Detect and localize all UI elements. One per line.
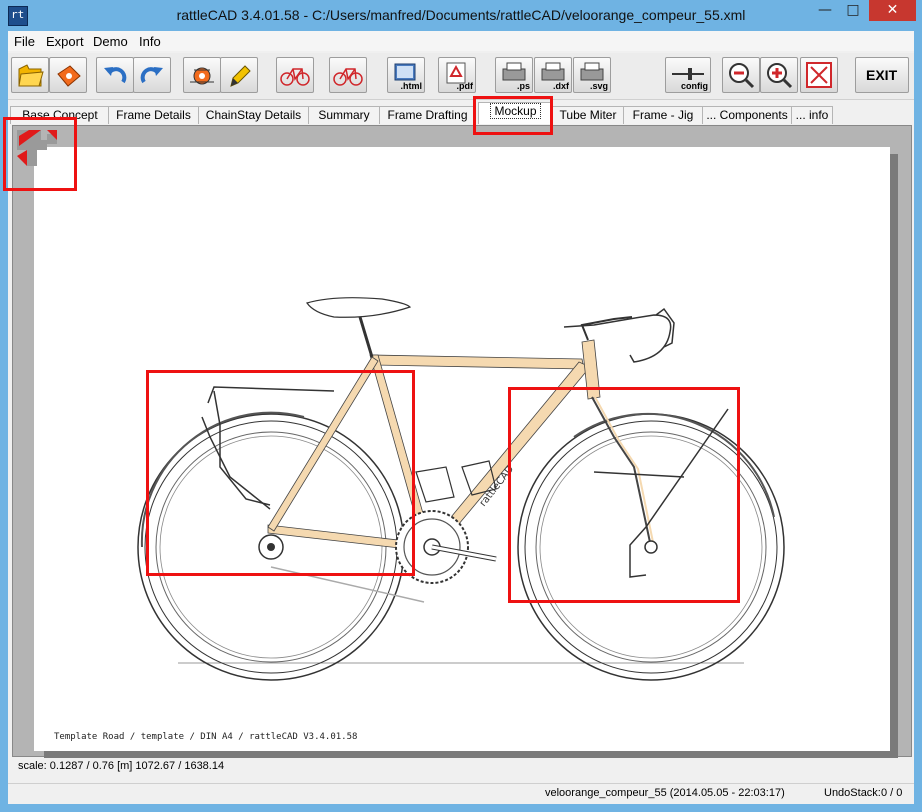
menu-export[interactable]: Export: [46, 34, 84, 49]
saddle: [306, 297, 412, 318]
export-svg-button[interactable]: .svg: [573, 57, 611, 93]
open-file-button[interactable]: [11, 57, 49, 93]
tab-frame-drafting[interactable]: Frame Drafting: [379, 106, 476, 124]
tab-frame-details[interactable]: Frame Details: [108, 106, 199, 124]
folder-icon: [18, 64, 44, 87]
zoom-out-icon: [729, 63, 755, 89]
export-html-button[interactable]: .html: [387, 57, 425, 93]
bike-gear-icon: [190, 67, 214, 85]
svg-export-label: .svg: [589, 81, 608, 91]
fit-screen-icon: [806, 62, 832, 88]
undo-icon: [104, 67, 127, 84]
undo-stack-value: 0 / 0: [881, 787, 903, 799]
drawing-footer-text: Template Road / template / DIN A4 / ratt…: [54, 732, 358, 742]
tab-components[interactable]: ... Components: [702, 106, 792, 124]
zoom-fit-button[interactable]: [800, 57, 838, 93]
close-button[interactable]: ✕: [869, 0, 916, 21]
undo-button[interactable]: [96, 57, 134, 93]
exit-button[interactable]: EXIT: [855, 57, 909, 93]
export-dxf-button[interactable]: .dxf: [534, 57, 572, 93]
export-ps-button[interactable]: .ps: [495, 57, 533, 93]
bike-frame-button[interactable]: [276, 57, 314, 93]
html-export-label: .html: [400, 81, 423, 91]
pdf-export-label: .pdf: [456, 81, 474, 91]
bike-frame-icon: [280, 68, 310, 86]
tab-bar: Base Concept Frame Details ChainStay Det…: [8, 102, 914, 124]
menu-info[interactable]: Info: [139, 34, 161, 49]
undo-stack-label: UndoStack:: [824, 787, 881, 799]
status-filename: veloorange_compeur_55 (2014.05.05 - 22:0…: [545, 787, 785, 799]
client-area: File Export Demo Info .html .pdf .ps .dx…: [8, 31, 914, 804]
status-bar: veloorange_compeur_55 (2014.05.05 - 22:0…: [8, 783, 914, 805]
zoom-in-button[interactable]: [760, 57, 798, 93]
render-bike-button[interactable]: [183, 57, 221, 93]
tab-chainstay-details[interactable]: ChainStay Details: [198, 106, 309, 124]
save-file-button[interactable]: [49, 57, 87, 93]
menu-demo[interactable]: Demo: [93, 34, 128, 49]
dxf-export-label: .dxf: [552, 81, 569, 91]
zoom-out-button[interactable]: [722, 57, 760, 93]
export-pdf-button[interactable]: .pdf: [438, 57, 476, 93]
save-icon: [57, 65, 81, 87]
ps-export-label: .ps: [516, 81, 530, 91]
exit-label: EXIT: [866, 67, 898, 83]
scale-status: scale: 0.1287 / 0.76 [m] 1072.67 / 1638.…: [18, 760, 225, 772]
top-tube: [371, 354, 585, 370]
tab-info[interactable]: ... info: [791, 106, 833, 124]
highlight-rear-rack: [146, 370, 415, 576]
title-bar[interactable]: rt rattleCAD 3.4.01.58 - C:/Users/manfre…: [0, 0, 922, 30]
redo-button[interactable]: [133, 57, 171, 93]
highlight-corner-icon: [3, 117, 77, 191]
zoom-in-icon: [767, 63, 793, 89]
toolbar: .html .pdf .ps .dxf .svg config EXIT: [8, 53, 914, 100]
bike-reference-icon: [333, 68, 363, 86]
minimize-button[interactable]: —: [812, 0, 838, 21]
seatpost: [358, 316, 374, 358]
tab-tube-miter[interactable]: Tube Miter: [552, 106, 624, 124]
menu-file[interactable]: File: [14, 34, 35, 49]
handlebar: [563, 314, 672, 363]
app-window: rt rattleCAD 3.4.01.58 - C:/Users/manfre…: [0, 0, 922, 812]
menu-bar: File Export Demo Info: [8, 31, 914, 51]
config-button[interactable]: config: [665, 57, 711, 93]
bike-reference-button[interactable]: [329, 57, 367, 93]
highlight-front-rack: [508, 387, 740, 603]
config-label: config: [681, 81, 708, 91]
bottle-cage: [415, 466, 455, 503]
window-title: rattleCAD 3.4.01.58 - C:/Users/manfred/D…: [176, 7, 746, 23]
tab-frame-jig[interactable]: Frame - Jig: [623, 106, 703, 124]
redo-icon: [140, 67, 163, 84]
tab-summary[interactable]: Summary: [308, 106, 380, 124]
edit-button[interactable]: [220, 57, 258, 93]
highlight-mockup-tab: [473, 96, 553, 135]
pencil-icon: [230, 65, 251, 87]
maximize-button[interactable]: □: [840, 0, 866, 21]
